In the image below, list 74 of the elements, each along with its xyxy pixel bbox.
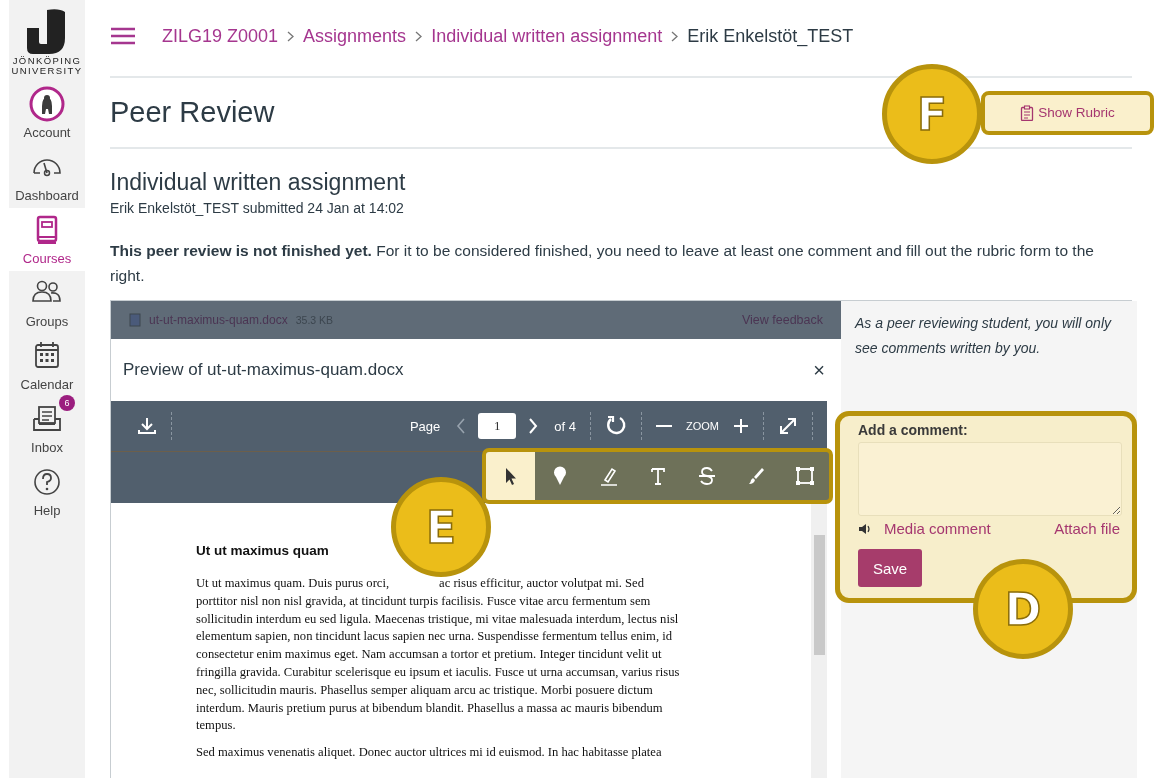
previous-page-button[interactable]: [456, 418, 467, 434]
annotation-tool-button[interactable]: [486, 451, 535, 500]
document-text: consectetur enim maximus eget. Nam accumsan a tortor et pretium. Integer tincidunt velit ut: [196, 646, 662, 664]
page-number-field[interactable]: 1: [478, 413, 517, 439]
breadcrumb-current: Erik Enkelstöt_TEST: [687, 25, 854, 47]
callout-marker: F: [882, 64, 982, 164]
document-text: nec, sollicitudin mauris. Phasellus semper aliquam arcu ac tristique. Morbi posuere dictum: [196, 681, 653, 699]
chevron-icon: [671, 30, 679, 42]
chevron-icon: [287, 30, 295, 42]
sidebar-label: Account: [23, 125, 71, 140]
menu-icon[interactable]: [110, 26, 136, 46]
sidebar-label: Courses: [22, 251, 72, 266]
callout-marker: D: [973, 559, 1073, 659]
page-title: Peer Review: [110, 96, 275, 129]
breadcrumb-link[interactable]: Individual written assignment: [431, 25, 663, 47]
page-label: Page: [409, 418, 441, 434]
comment-field[interactable]: [858, 442, 1122, 516]
sidebar-label: Help: [33, 503, 61, 518]
speaker-icon: [858, 522, 872, 535]
notice-text: This peer review is not finished yet. For it to be considered finished, you need to leave at least one comment and fill out the rubric form to the right.: [110, 241, 1095, 286]
unread-count-badge: 6: [59, 395, 75, 411]
logo-text: UNIVERSITY: [11, 66, 83, 76]
page-count: of 4: [554, 418, 576, 434]
sidebar-item[interactable]: Account: [9, 82, 85, 145]
close-button[interactable]: ×: [809, 358, 829, 382]
document-icon: [129, 313, 141, 327]
document-text: elementum sapien, non tincidunt lacus sapien nec urna. Suspendisse fermentum tellus enim, id: [196, 628, 672, 646]
avatar-icon: [29, 86, 65, 122]
document-text: sollicitudin interdum eu sed ligula. Maecenas tristique, mi vitae malesuada interdum, lectus nisl: [196, 610, 679, 628]
breadcrumb-link[interactable]: ZILG19 Z0001: [162, 25, 279, 47]
submission-info: Erik Enkelstöt_TEST submitted 24 Jan at 14:02: [110, 200, 405, 216]
chevron-left-icon: [456, 418, 467, 434]
rotate-icon: [605, 415, 627, 437]
sidebar-label: Calendar: [20, 377, 74, 392]
download-icon: [137, 416, 157, 436]
logo-text: JÖNKÖPING: [12, 56, 82, 66]
document-text: Ut ut maximus quam. Duis purus orci,: [196, 575, 390, 592]
rotate-button[interactable]: [605, 415, 627, 437]
clipboard-icon: [1020, 104, 1035, 121]
breadcrumb-link[interactable]: Assignments: [303, 25, 407, 47]
document-text: tempus.: [196, 717, 236, 735]
minus-icon: [656, 425, 672, 427]
assignment-title: Individual written assignment: [110, 169, 407, 196]
sidebar-item[interactable]: Calendar: [9, 334, 85, 397]
sidebar-label: Inbox: [31, 440, 63, 455]
download-button[interactable]: [137, 416, 157, 436]
sidebar-item[interactable]: Help: [9, 460, 85, 523]
sidebar-item[interactable]: Dashboard: [9, 145, 85, 208]
chevron-icon: [415, 30, 423, 42]
document-text: Sed maximus venenatis aliquet. Donec auctor ultrices mi id euismod. In hac habitasse platea: [196, 744, 662, 762]
media-comment-link[interactable]: Media comment: [884, 520, 991, 537]
save-button[interactable]: Save: [858, 549, 922, 587]
document-heading: Ut ut maximus quam: [196, 543, 330, 558]
reviewer-note: As a peer reviewing student, you will only see comments written by you.: [855, 314, 1113, 358]
chevron-right-icon: [528, 418, 539, 434]
next-page-button[interactable]: [528, 418, 539, 434]
sidebar-item[interactable]: Courses: [9, 208, 85, 271]
expand-icon: [778, 416, 798, 436]
sidebar-label: Dashboard: [15, 188, 79, 203]
document-text: porttitor nisl non nisl gravida, at tincidunt turpis facilisis. Fusce vitae arcu fermentum sem: [196, 592, 651, 610]
attach-file-link[interactable]: Attach file: [1054, 520, 1120, 537]
fullscreen-button[interactable]: [778, 416, 798, 436]
document-text: fringilla gravida. Curabitur scelerisque eu ipsum et iaculis. Fusce ut urna accumsan, varius risus: [196, 664, 680, 681]
zoom-label: ZOOM: [686, 420, 719, 432]
sidebar-item[interactable]: Groups: [9, 271, 85, 334]
zoom-in-button[interactable]: [733, 418, 749, 434]
sidebar-item[interactable]: 6 Inbox: [9, 397, 85, 460]
show-rubric-button[interactable]: Show Rubric: [981, 90, 1154, 135]
comment-label: Add a comment:: [858, 422, 969, 438]
document-text: interdum. Mauris pretium purus at bibendum blandit. Phasellus a massa ac mauris bibendum: [196, 699, 663, 717]
dialog-title: Preview of ut-ut-maximus-quam.docx: [123, 360, 404, 380]
plus-icon: [733, 418, 749, 434]
document-text: ac risus efficitur, auctor volutpat mi. Sed: [439, 575, 644, 592]
sidebar-label: Groups: [25, 314, 69, 329]
